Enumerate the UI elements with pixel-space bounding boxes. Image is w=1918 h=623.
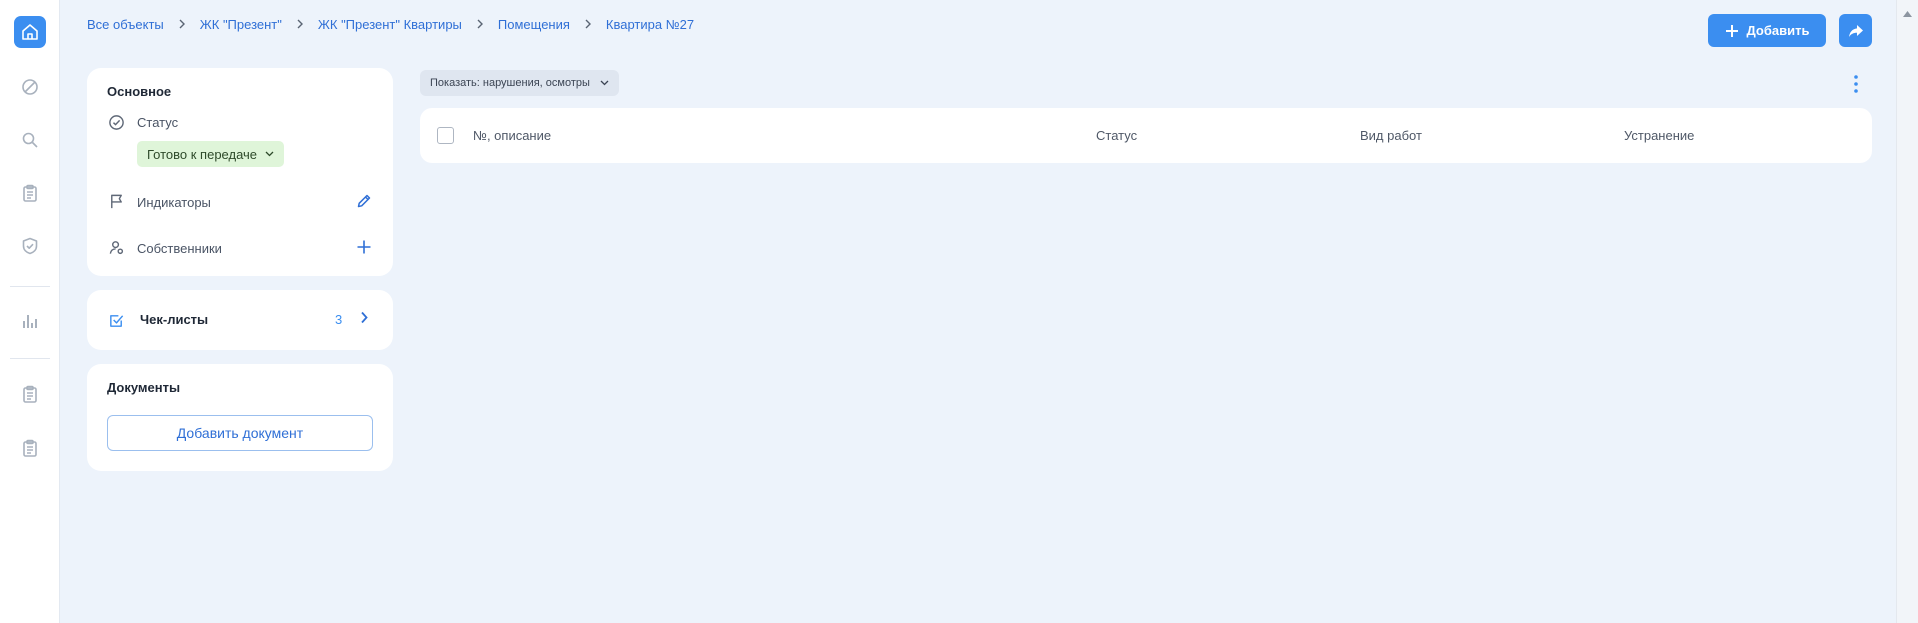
status-check-icon — [107, 113, 125, 131]
bar-chart-icon — [23, 315, 37, 328]
sidebar-item-objects[interactable] — [14, 16, 46, 48]
add-owner-button[interactable] — [355, 238, 373, 256]
chevron-down-icon — [600, 80, 609, 86]
add-button-label: Добавить — [1746, 23, 1810, 38]
chevron-right-icon — [476, 19, 484, 29]
add-document-button[interactable]: Добавить документ — [107, 415, 373, 451]
chevron-down-icon — [265, 151, 274, 157]
checklists-count: 3 — [335, 312, 343, 327]
filter-label: Показать: нарушения, осмотры — [430, 77, 590, 89]
column-header-resolution[interactable]: Устранение — [1624, 128, 1694, 143]
plus-icon — [1725, 24, 1738, 37]
clipboard-icon — [23, 439, 37, 457]
sidebar-item-quality[interactable] — [14, 230, 46, 262]
status-dropdown[interactable]: Готово к передаче — [137, 141, 285, 167]
main-info-title: Основное — [107, 84, 172, 99]
scrollbar[interactable] — [1896, 0, 1918, 623]
indicators-label: Индикаторы — [137, 195, 211, 210]
sidebar-item-search[interactable] — [14, 124, 46, 156]
shield-check-icon — [22, 237, 38, 255]
clipboard-icon — [23, 184, 37, 202]
column-header-work-type[interactable]: Вид работ — [1360, 128, 1422, 143]
chevron-right-icon — [360, 311, 368, 329]
documents-card: Документы Добавить документ — [87, 364, 393, 471]
ban-icon — [22, 79, 38, 95]
breadcrumb-item-complex[interactable]: ЖК "Презент" — [200, 17, 282, 32]
column-header-status[interactable]: Статус — [1096, 128, 1137, 143]
filter-dropdown[interactable]: Показать: нарушения, осмотры — [420, 70, 619, 96]
scroll-up-icon[interactable] — [1903, 4, 1912, 22]
breadcrumb-item-apartments[interactable]: ЖК "Презент" Квартиры — [318, 17, 462, 32]
breadcrumb-item-all-objects[interactable]: Все объекты — [87, 17, 164, 32]
checklists-label: Чек-листы — [140, 312, 209, 327]
plus-icon — [357, 240, 371, 254]
issues-table-header: №, описание Статус Вид работ Устранение — [420, 108, 1872, 163]
chevron-right-icon — [296, 19, 304, 29]
breadcrumb-item-apartment[interactable]: Квартира №27 — [606, 17, 694, 32]
sidebar-item-documents[interactable] — [14, 432, 46, 464]
chevron-right-icon — [178, 19, 186, 29]
kebab-menu-icon — [1854, 75, 1858, 93]
sidebar-item-inspections[interactable] — [14, 177, 46, 209]
sidebar-item-reports[interactable] — [14, 378, 46, 410]
edit-indicators-button[interactable] — [355, 192, 373, 210]
checkbox-checked-icon — [107, 311, 125, 329]
checklists-card[interactable]: Чек-листы 3 — [87, 290, 393, 350]
sidebar-item-analytics[interactable] — [14, 305, 46, 337]
search-icon — [22, 132, 38, 148]
column-header-description[interactable]: №, описание — [473, 128, 551, 143]
flag-icon — [107, 192, 125, 210]
sidebar — [0, 0, 60, 623]
documents-title: Документы — [107, 380, 181, 395]
building-icon — [22, 24, 38, 40]
breadcrumb-item-premises[interactable]: Помещения — [498, 17, 570, 32]
add-button[interactable]: Добавить — [1708, 14, 1826, 47]
owners-icon — [107, 238, 125, 256]
sidebar-divider — [10, 358, 50, 359]
sidebar-divider — [10, 286, 50, 287]
status-label: Статус — [137, 115, 179, 130]
owners-label: Собственники — [137, 241, 222, 256]
share-button[interactable] — [1839, 14, 1872, 47]
pencil-icon — [357, 194, 371, 208]
breadcrumb: Все объекты ЖК "Презент" ЖК "Презент" Кв… — [87, 14, 694, 34]
select-all-checkbox[interactable] — [437, 127, 454, 144]
status-value: Готово к передаче — [147, 146, 258, 162]
chevron-right-icon — [584, 19, 592, 29]
share-icon — [1848, 24, 1863, 37]
clipboard-icon — [23, 385, 37, 403]
more-options-button[interactable] — [1848, 74, 1864, 94]
main-info-card: Основное Статус Готово к передаче Индика… — [87, 68, 393, 276]
sidebar-item-violations[interactable] — [14, 71, 46, 103]
